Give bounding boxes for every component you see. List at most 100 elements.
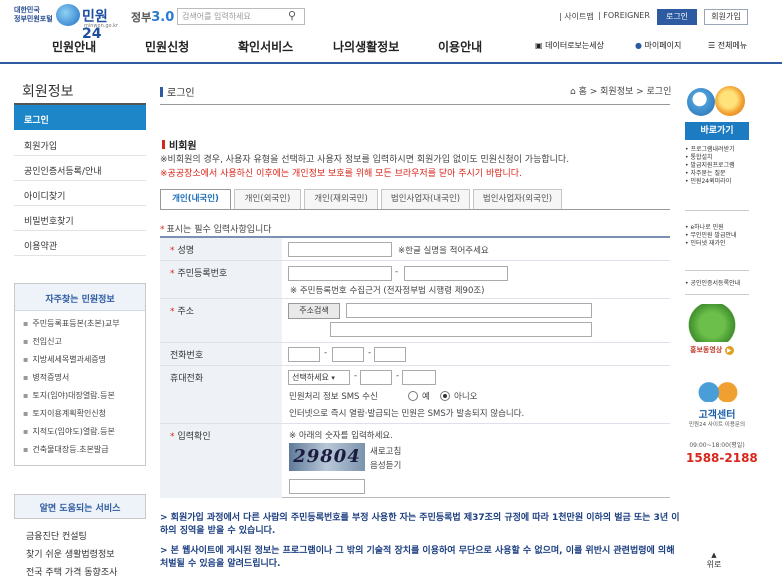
quick-link[interactable]: • 발급지원프로그램 (685, 162, 755, 170)
frequent-item[interactable]: 토지이용계획확인신청 (23, 408, 106, 419)
tab-individual-foreign[interactable]: 개인(외국인) (234, 189, 301, 209)
phone-label: 전화번호 (160, 343, 282, 366)
mobile-part2-input[interactable] (360, 370, 392, 385)
quick-link[interactable]: • 민원24퀵미라이 (685, 178, 755, 186)
name-input[interactable] (288, 242, 392, 257)
address-cell: 주소검색 (282, 299, 670, 343)
address-detail-input[interactable] (330, 322, 592, 337)
scroll-top-button[interactable]: ▲ 위로 (704, 551, 724, 570)
captcha-refresh-link[interactable]: 새로고침 (370, 445, 401, 457)
lnb-item-terms[interactable]: 이용약관 (14, 231, 146, 256)
menu-icon: ☰ (708, 41, 716, 50)
search-input[interactable]: 검색어를 입력하세요 (177, 8, 305, 25)
phone-part1-input[interactable] (288, 347, 320, 362)
sms-hint: 인터넷으로 즉시 열람·발급되는 민원은 SMS가 발송되지 않습니다. (289, 409, 525, 419)
tab-overseas-korean[interactable]: 개인(재외국민) (304, 189, 378, 209)
frequent-item[interactable]: 토지(임야)대장열람.등본 (23, 390, 114, 401)
customer-center-subtitle: 민원24 사이트 이용문의 (688, 422, 746, 428)
useful-service-item[interactable]: 찾기 쉬운 생활법령정보 (26, 547, 115, 560)
quick-link[interactable]: • 자주묻는 질문 (685, 170, 755, 178)
section-title: 비회원 (162, 137, 197, 152)
mobile-carrier-select[interactable]: 선택하세요 ▾ (288, 370, 350, 385)
mobile-label: 휴대전화 (160, 366, 282, 424)
search-icon[interactable]: ⚲ (288, 9, 296, 22)
lnb-item-find-password[interactable]: 비밀번호찾기 (14, 206, 146, 231)
quick-list-2: • e하나로 민원 • 무인민원 발급안내 • 인터넷 재가인 (685, 224, 755, 248)
foreigner-link[interactable]: | FOREIGNER (598, 11, 650, 20)
tab-individual-domestic[interactable]: 개인(내국인) (160, 189, 231, 209)
play-icon: ▶ (724, 346, 734, 355)
mobile-cell: 선택하세요 ▾ - - 민원처리 정보 SMS 수신 예 아니오 인터넷으로 즉… (282, 366, 670, 424)
address-search-button[interactable]: 주소검색 (288, 303, 340, 319)
gnb-minwon-apply[interactable]: 민원신청 (145, 38, 189, 55)
captcha-hint: ※ 아래의 숫자를 입력하세요. (289, 431, 393, 441)
quick-link[interactable]: • 무인민원 발급안내 (685, 232, 755, 240)
quick-link[interactable]: • 인터넷 재가인 (685, 240, 755, 248)
sitemap-link[interactable]: | 사이트맵 (559, 11, 594, 22)
promo-video-image[interactable] (688, 304, 748, 342)
data-world-link[interactable]: ▣ 데이터로보는세상 (535, 40, 604, 51)
rrn-hint: ※ 주민등록번호 수집근거 (전자정부법 시행령 제90조) (290, 286, 485, 296)
promo-video-label[interactable]: 홍보동영상 ▶ (690, 345, 734, 355)
sms-yes-radio[interactable] (408, 391, 418, 401)
sms-no-radio[interactable] (440, 391, 450, 401)
lnb-title: 회원정보 (22, 84, 74, 100)
gnb-minwon-guide[interactable]: 민원안내 (52, 38, 96, 55)
sms-label: 민원처리 정보 SMS 수신 (289, 392, 378, 402)
captcha-audio-link[interactable]: 음성듣기 (370, 459, 401, 471)
captcha-input[interactable] (289, 479, 365, 494)
description-text: ※비회원의 경우, 사용자 유형을 선택하고 사용자 정보를 입력하시면 회원가… (160, 155, 570, 165)
frequent-item[interactable]: 지적도(임야도)열람.등본 (23, 426, 114, 437)
tab-corp-domestic[interactable]: 법인사업자(내국인) (381, 189, 470, 209)
tab-corp-foreign[interactable]: 법인사업자(외국인) (473, 189, 562, 209)
frequent-item[interactable]: 전입신고 (23, 336, 61, 347)
phone-part3-input[interactable] (374, 347, 406, 362)
quick-list: • 프로그램내려받기 • 통합설치 • 발급지원프로그램 • 자주묻는 질문 •… (685, 146, 755, 186)
frequent-item[interactable]: 주민등록표등본(초본)교부 (23, 318, 119, 329)
home-icon[interactable]: ⌂ (570, 87, 576, 97)
frequent-item[interactable]: 병적증명서 (23, 372, 69, 383)
all-menu-link[interactable]: ☰ 전체메뉴 (708, 40, 747, 51)
arrow-up-icon: ▲ (711, 551, 717, 559)
phone-part2-input[interactable] (332, 347, 364, 362)
quick-link[interactable]: • 프로그램내려받기 (685, 146, 755, 154)
frequent-services-box: 자주찾는 민원정보 주민등록표등본(초본)교부 전입신고 지방세세목별과세증명 … (14, 283, 146, 466)
sms-no-label: 아니오 (454, 392, 478, 402)
rrn-cell: - ※ 주민등록번호 수집근거 (전자정부법 시행령 제90조) (282, 261, 670, 299)
lnb-item-join[interactable]: 회원가입 (14, 131, 146, 156)
gov-portal-label: 대한민국 정부민원포털 (14, 6, 53, 23)
quick-divider (685, 270, 749, 271)
lnb-item-certificate[interactable]: 공인인증서등록/안내 (14, 156, 146, 181)
frequent-item[interactable]: 건축물대장등.초본발급 (23, 444, 108, 455)
rrn-front-input[interactable] (288, 266, 392, 281)
useful-service-item[interactable]: 전국 주택 가격 동향조사 (26, 565, 117, 578)
title-divider (160, 104, 670, 105)
lnb-item-login[interactable]: 로그인 (14, 105, 146, 130)
login-button[interactable]: 로그인 (657, 9, 697, 25)
breadcrumb: ⌂ 홈 > 회원정보 > 로그인 (570, 87, 672, 97)
site-logo[interactable]: 민원24 minwon.go.kr (56, 4, 122, 42)
customer-center-title: 고객센터 (698, 410, 736, 421)
phone-cell: - - (282, 343, 670, 366)
address-main-input[interactable] (346, 303, 592, 318)
mascot-right-icon (715, 86, 745, 116)
cert-guide-link[interactable]: • 공인인증서등록안내 (685, 280, 755, 288)
rrn-label: * 주민등록번호 (160, 261, 282, 299)
join-button[interactable]: 회원가입 (704, 9, 748, 25)
gnb-usage-guide[interactable]: 이용안내 (438, 38, 482, 55)
data-icon: ▣ (535, 41, 543, 50)
quick-link[interactable]: • 통합설치 (685, 154, 755, 162)
frequent-services-title: 자주찾는 민원정보 (15, 284, 145, 311)
frequent-item[interactable]: 지방세세목별과세증명 (23, 354, 106, 365)
gnb-my-life-info[interactable]: 나의생활정보 (333, 38, 399, 55)
quick-link[interactable]: • e하나로 민원 (685, 224, 755, 232)
copyright-notice: > 본 웹사이트에 게시된 정보는 프로그램이나 그 밖의 기술적 장치를 이용… (160, 546, 675, 569)
mobile-part3-input[interactable] (402, 370, 436, 385)
captcha-label: * 입력확인 (160, 424, 282, 498)
mypage-link[interactable]: ● 마이페이지 (635, 40, 681, 51)
gnb-verify-service[interactable]: 확인서비스 (238, 38, 293, 55)
rrn-back-input[interactable] (404, 266, 508, 281)
lnb-item-find-id[interactable]: 아이디찾기 (14, 181, 146, 206)
useful-service-item[interactable]: 금융진단 컨설팅 (26, 529, 87, 542)
gnb-divider (0, 62, 782, 64)
